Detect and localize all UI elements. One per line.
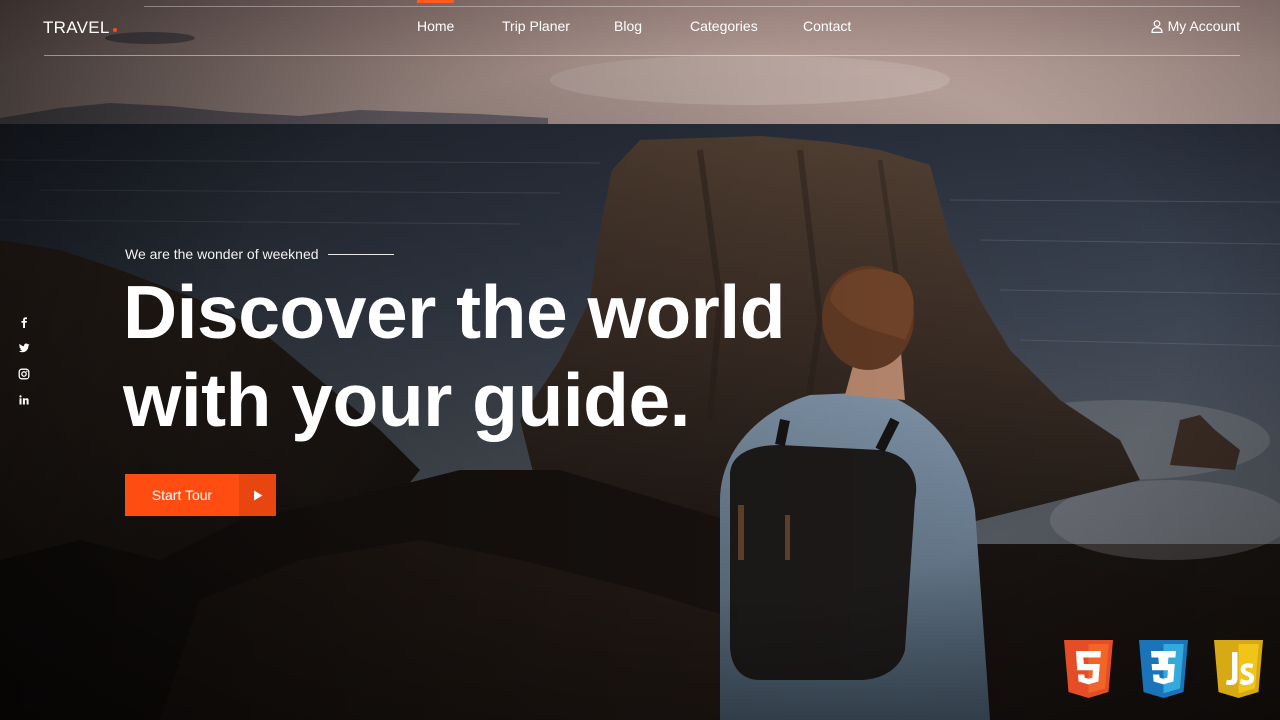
user-icon — [1151, 19, 1163, 33]
social-links — [18, 316, 32, 420]
hero-headline-line2: with your guide. — [123, 358, 691, 442]
nav-blog[interactable]: Blog — [614, 18, 642, 34]
nav-categories[interactable]: Categories — [690, 18, 758, 34]
hero-headline: Discover the world with your guide. — [123, 268, 883, 444]
twitter-link[interactable] — [18, 342, 30, 354]
play-icon — [239, 474, 276, 516]
facebook-link[interactable] — [18, 316, 30, 328]
linkedin-link[interactable] — [18, 394, 30, 406]
my-account-label: My Account — [1167, 18, 1240, 34]
hero-tagline-text: We are the wonder of weekned — [125, 246, 319, 262]
html5-icon — [1062, 638, 1115, 700]
my-account-link[interactable]: My Account — [1151, 18, 1240, 34]
css3-icon — [1137, 638, 1190, 700]
header-top-divider — [144, 6, 1240, 7]
hero-headline-line1: Discover the world — [123, 270, 786, 354]
js-icon — [1212, 638, 1265, 700]
tagline-divider — [327, 253, 394, 255]
facebook-icon — [21, 317, 27, 328]
header-bottom-divider — [44, 55, 1240, 56]
linkedin-icon — [19, 395, 29, 405]
main-nav: Home Trip Planer Blog Categories Contact — [0, 0, 1280, 38]
site-header: TRAVEL Home Trip Planer Blog Categories … — [0, 0, 1280, 58]
start-tour-label: Start Tour — [151, 487, 213, 503]
nav-home[interactable]: Home — [417, 0, 455, 34]
twitter-icon — [18, 343, 30, 353]
instagram-icon — [18, 368, 30, 380]
nav-trip-planer[interactable]: Trip Planer — [502, 18, 570, 34]
start-tour-button[interactable]: Start Tour — [125, 474, 276, 516]
hero-tagline: We are the wonder of weekned — [125, 246, 394, 262]
instagram-link[interactable] — [18, 368, 30, 380]
nav-contact[interactable]: Contact — [803, 18, 851, 34]
